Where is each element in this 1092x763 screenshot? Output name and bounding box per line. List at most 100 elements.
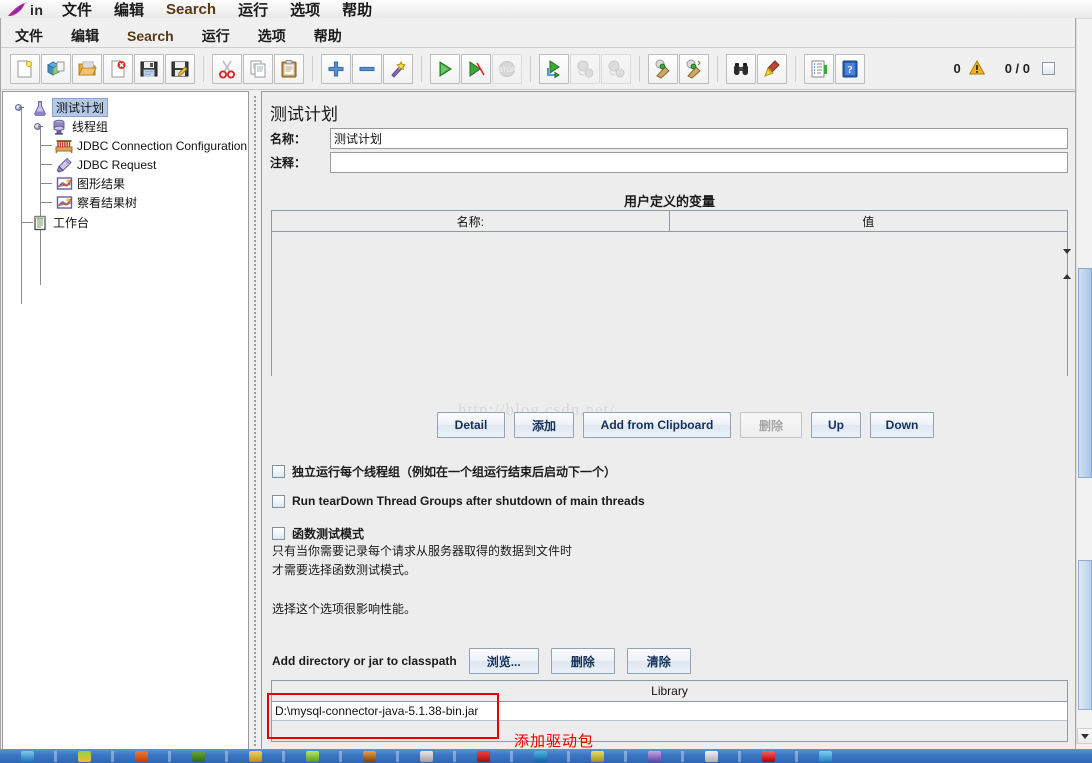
- comment-input[interactable]: [330, 152, 1068, 173]
- help-button[interactable]: ?: [835, 54, 865, 84]
- start-no-pauses-button[interactable]: [461, 54, 491, 84]
- cut-button[interactable]: [212, 54, 242, 84]
- menu-help[interactable]: 帮助: [310, 25, 346, 47]
- down-button[interactable]: Down: [870, 412, 934, 438]
- taskbar-item[interactable]: [456, 749, 510, 763]
- up-button[interactable]: Up: [811, 412, 861, 438]
- taskbar-item[interactable]: [399, 749, 453, 763]
- panel-scroll-arrows[interactable]: [1061, 246, 1073, 286]
- taskbar-item[interactable]: [57, 749, 111, 763]
- toggle-wand-button[interactable]: [383, 54, 413, 84]
- outer-menu-edit[interactable]: 编辑: [114, 0, 144, 20]
- taskbar-item[interactable]: [570, 749, 624, 763]
- taskbar-item[interactable]: [741, 749, 795, 763]
- outer-menu-run[interactable]: 运行: [238, 0, 268, 20]
- tree-node-view-results-tree[interactable]: 察看结果树: [3, 193, 248, 212]
- test-plan-tree-panel[interactable]: 测试计划: [2, 91, 249, 750]
- scrollbar-thumb-lower[interactable]: [1078, 560, 1092, 710]
- start-button[interactable]: [430, 54, 460, 84]
- taskbar-item[interactable]: [684, 749, 738, 763]
- tree-node-thread-group[interactable]: 线程组: [3, 117, 248, 136]
- taskbar-item[interactable]: [0, 749, 54, 763]
- binoculars-search-button[interactable]: [726, 54, 756, 84]
- menu-file[interactable]: 文件: [11, 25, 47, 47]
- new-button[interactable]: [10, 54, 40, 84]
- open-folder-button[interactable]: [72, 54, 102, 84]
- tree-node-jdbc-connection-configuration[interactable]: JDBC Connection Configuration: [3, 136, 248, 155]
- taskbar-item[interactable]: [171, 749, 225, 763]
- delete-button[interactable]: 删除: [740, 412, 802, 438]
- browse-button[interactable]: 浏览...: [469, 648, 539, 674]
- function-helper-button[interactable]: [804, 54, 834, 84]
- save-as-button[interactable]: [165, 54, 195, 84]
- performance-help-text: 选择这个选项很影响性能。: [272, 600, 416, 619]
- menu-search[interactable]: Search: [123, 27, 178, 45]
- split-pane-divider[interactable]: [250, 91, 261, 750]
- taskbar-item[interactable]: [342, 749, 396, 763]
- taskbar-item[interactable]: [285, 749, 339, 763]
- run-thread-groups-consecutively-checkbox[interactable]: [272, 465, 285, 478]
- taskbar-item[interactable]: [513, 749, 567, 763]
- tree-expand-handle[interactable]: [15, 103, 24, 112]
- menu-run[interactable]: 运行: [198, 25, 234, 47]
- outer-menu-help[interactable]: 帮助: [342, 0, 372, 20]
- outer-menu-search[interactable]: Search: [166, 1, 216, 18]
- remote-stop-all-button[interactable]: [570, 54, 600, 84]
- graph-results-icon: [55, 175, 73, 192]
- outer-menu-options[interactable]: 选项: [290, 0, 320, 20]
- scroll-up-arrow-icon[interactable]: [1061, 271, 1073, 282]
- tree-node-test-plan[interactable]: 测试计划: [3, 98, 248, 117]
- page-title: 测试计划: [270, 100, 338, 125]
- name-input[interactable]: 测试计划: [330, 128, 1068, 149]
- outer-menu-file[interactable]: 文件: [62, 0, 92, 20]
- warning-triangle-icon[interactable]: [969, 60, 985, 78]
- outer-app-name: in: [30, 2, 43, 18]
- classpath-clear-button[interactable]: 清除: [627, 648, 691, 674]
- functional-test-mode-checkbox[interactable]: [272, 527, 285, 540]
- expand-all-button[interactable]: [321, 54, 351, 84]
- tree-node-workbench[interactable]: 工作台: [3, 213, 248, 232]
- add-from-clipboard-button[interactable]: Add from Clipboard: [583, 412, 731, 438]
- tree-expand-handle[interactable]: [34, 122, 43, 131]
- scrollbar-down-arrow[interactable]: [1077, 728, 1092, 744]
- taskbar-item[interactable]: [228, 749, 282, 763]
- user-defined-variables-table[interactable]: 名称: 值: [271, 210, 1068, 376]
- paste-button[interactable]: [274, 54, 304, 84]
- windows-taskbar[interactable]: [0, 749, 1092, 763]
- reset-search-button[interactable]: [757, 54, 787, 84]
- classpath-delete-button[interactable]: 删除: [551, 648, 615, 674]
- tree-node-graph-results[interactable]: 图形结果: [3, 174, 248, 193]
- detail-button[interactable]: Detail: [437, 412, 505, 438]
- run-teardown-row[interactable]: Run tearDown Thread Groups after shutdow…: [272, 494, 645, 508]
- scrollbar-thumb-upper[interactable]: [1078, 268, 1092, 478]
- collapse-all-button[interactable]: [352, 54, 382, 84]
- close-document-button[interactable]: [103, 54, 133, 84]
- add-button[interactable]: 添加: [514, 412, 574, 438]
- taskbar-item[interactable]: [798, 749, 852, 763]
- clear-button[interactable]: [648, 54, 678, 84]
- test-plan-editor-panel: 测试计划 名称： 测试计划 注释： 用户定义的变量 名称: 值: [261, 91, 1076, 750]
- scroll-down-arrow-icon[interactable]: [1061, 246, 1073, 257]
- remote-start-all-button[interactable]: [539, 54, 569, 84]
- save-button[interactable]: [134, 54, 164, 84]
- functional-test-mode-row[interactable]: 函数测试模式: [272, 525, 364, 542]
- menu-options[interactable]: 选项: [254, 25, 290, 47]
- window-vertical-scrollbar[interactable]: [1076, 19, 1092, 744]
- run-teardown-checkbox[interactable]: [272, 495, 285, 508]
- variables-table-body[interactable]: [272, 232, 1067, 396]
- templates-button[interactable]: [41, 54, 71, 84]
- tree-label-test-plan: 测试计划: [52, 98, 108, 117]
- taskbar-item[interactable]: [114, 749, 168, 763]
- clear-all-button[interactable]: [679, 54, 709, 84]
- tree-node-jdbc-request[interactable]: JDBC Request: [3, 155, 248, 174]
- stop-button[interactable]: STOP: [492, 54, 522, 84]
- toolbar-group-edit: [207, 54, 309, 84]
- menu-edit[interactable]: 编辑: [67, 25, 103, 47]
- taskbar-item[interactable]: [627, 749, 681, 763]
- copy-button[interactable]: [243, 54, 273, 84]
- toolbar-group-help: ?: [799, 54, 870, 84]
- library-table[interactable]: Library D:\mysql-connector-java-5.1.38-b…: [271, 680, 1068, 742]
- remote-shutdown-all-button[interactable]: [601, 54, 631, 84]
- library-row[interactable]: D:\mysql-connector-java-5.1.38-bin.jar: [272, 702, 1067, 721]
- run-thread-groups-consecutively-row[interactable]: 独立运行每个线程组（例如在一个组运行结束后启动下一个）: [272, 463, 616, 480]
